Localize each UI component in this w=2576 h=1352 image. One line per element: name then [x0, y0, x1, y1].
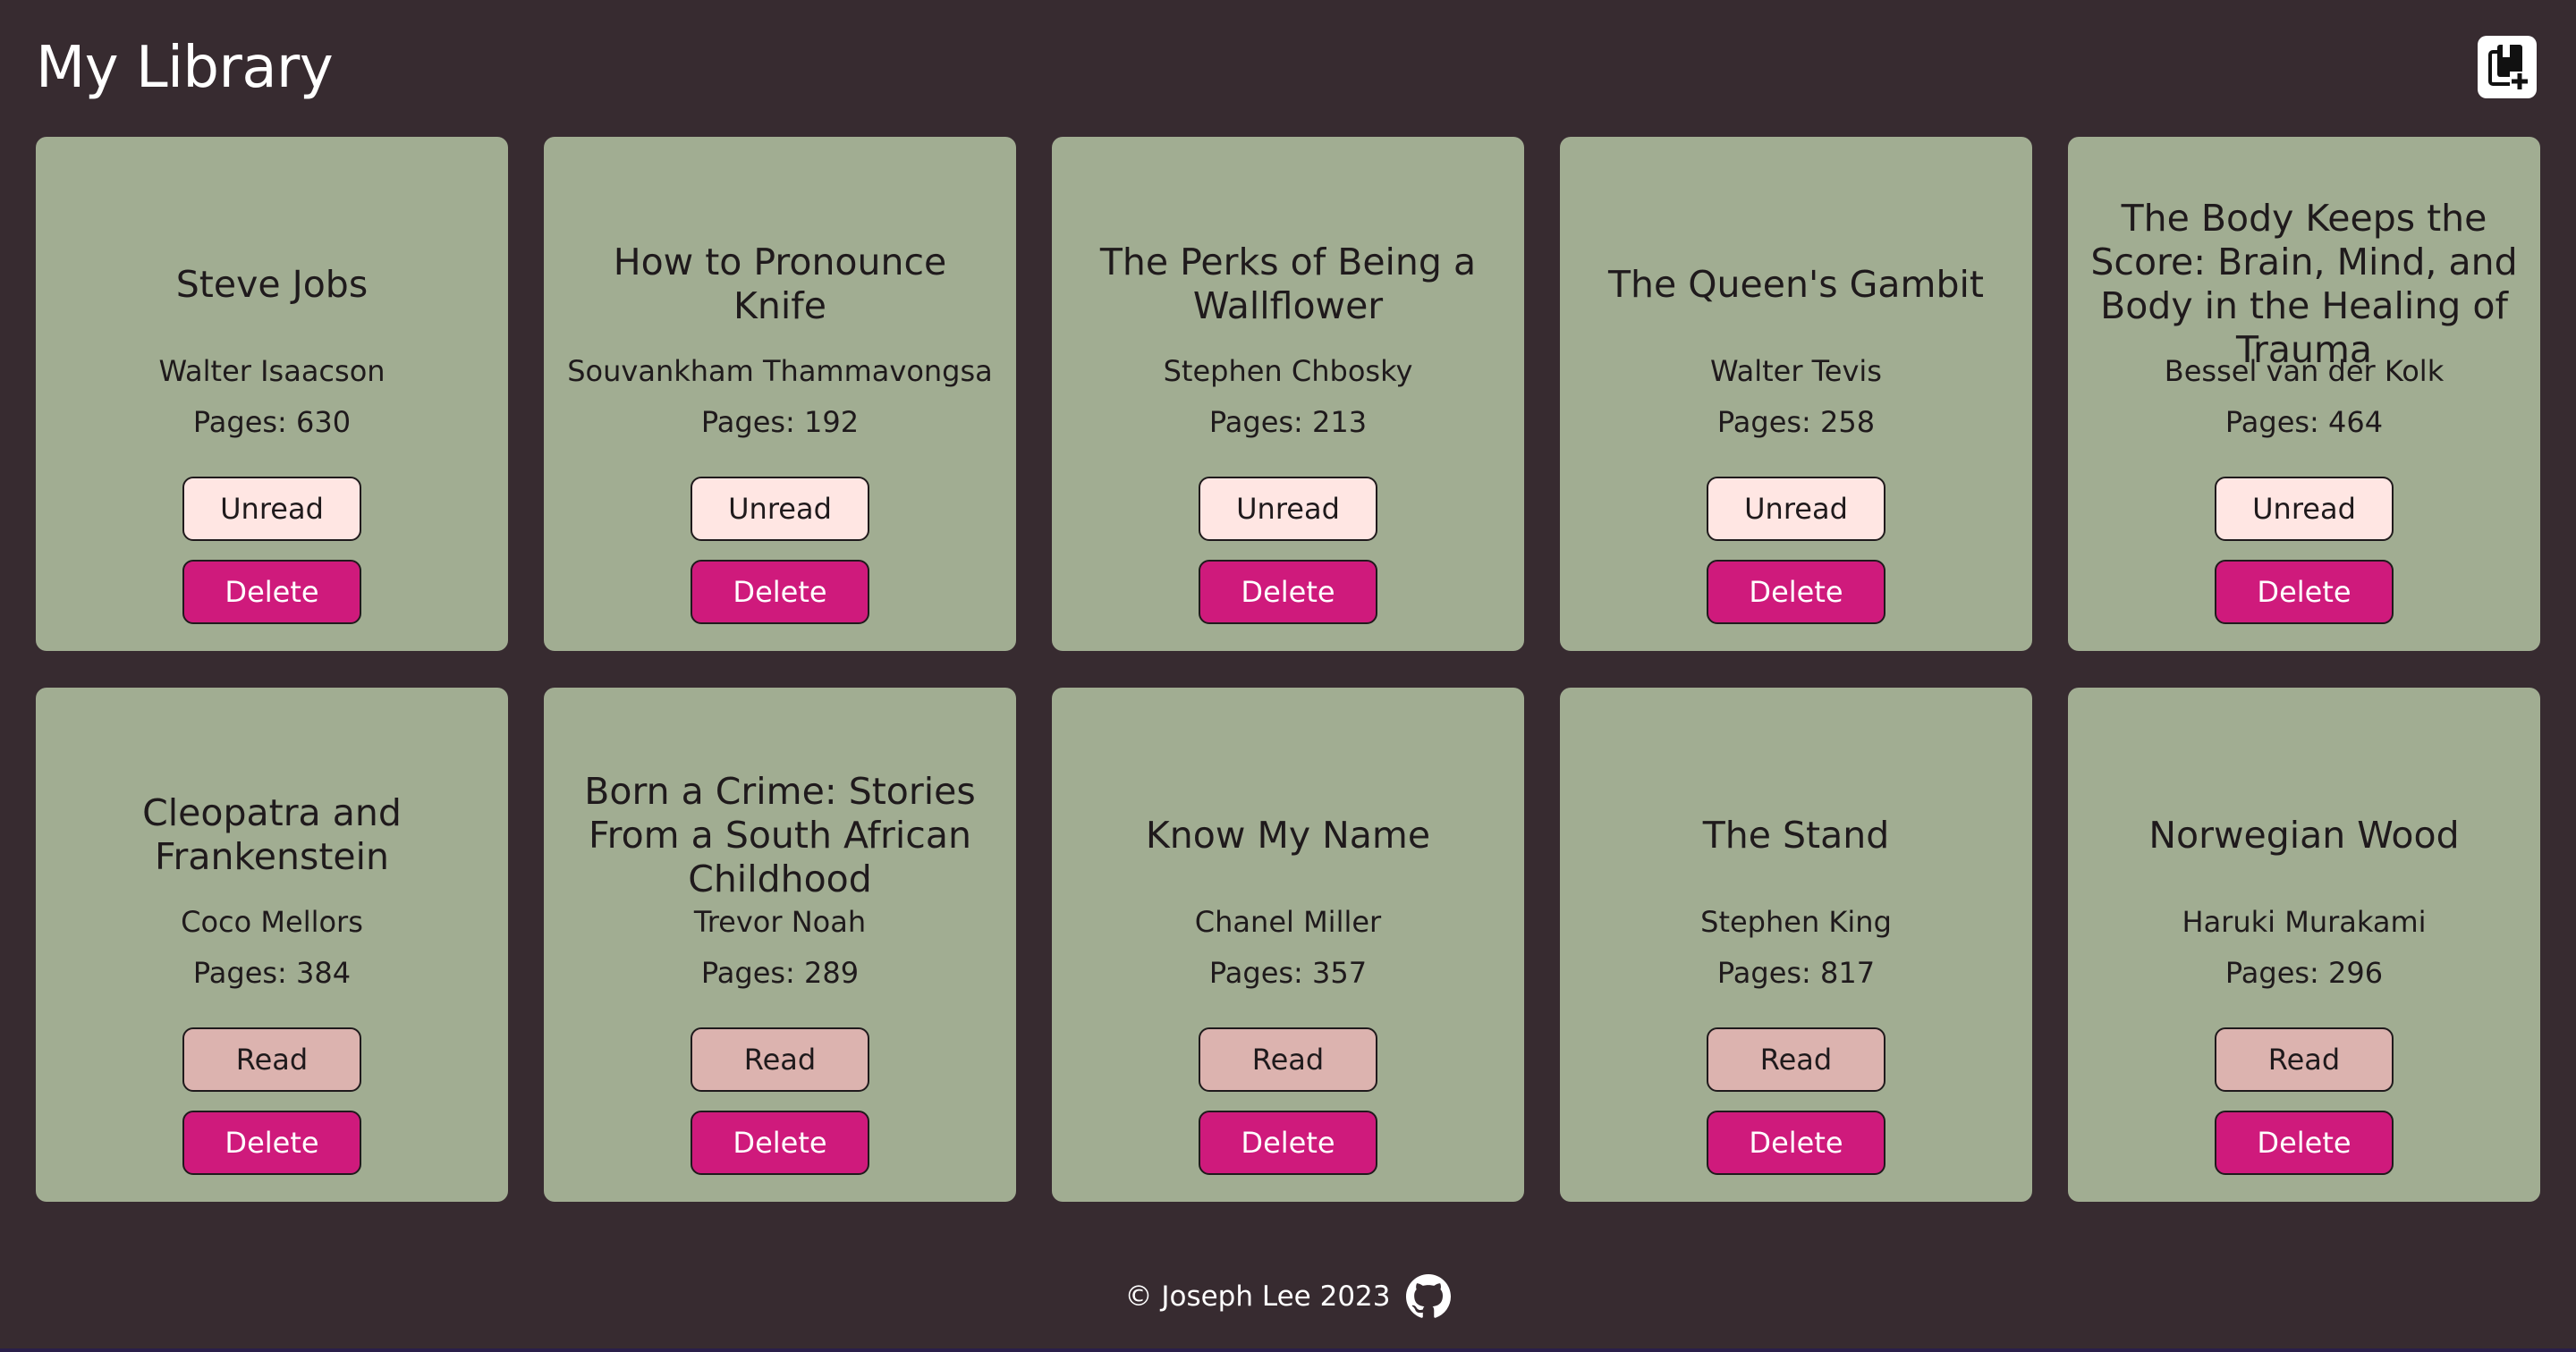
read-status-toggle[interactable]: Read: [691, 1027, 869, 1092]
book-card: Norwegian Wood Haruki Murakami Pages: 296 R…: [2068, 688, 2540, 1202]
add-book-button[interactable]: [2478, 36, 2537, 98]
pages-count: 296: [2328, 956, 2384, 990]
book-card: Know My Name Chanel Miller Pages: 357 Read D…: [1052, 688, 1524, 1202]
book-pages: Pages: 357: [1061, 955, 1515, 991]
book-pages: Pages: 289: [553, 955, 1007, 991]
pages-count: 384: [296, 956, 352, 990]
read-status-toggle[interactable]: Read: [182, 1027, 361, 1092]
book-card: The Stand Stephen King Pages: 817 Read Delet…: [1560, 688, 2032, 1202]
add-book-icon: [2488, 45, 2529, 91]
book-author: Coco Mellors: [181, 905, 363, 939]
book-author: Chanel Miller: [1194, 905, 1382, 939]
pages-count: 258: [1820, 405, 1876, 439]
pages-count: 817: [1820, 956, 1876, 990]
book-author: Bessel van der Kolk: [2164, 354, 2445, 388]
book-grid: Steve Jobs Walter Isaacson Pages: 630 Unrea…: [36, 137, 2540, 1202]
pages-label: Pages:: [700, 405, 804, 439]
pages-label: Pages:: [1716, 405, 1820, 439]
read-status-toggle[interactable]: Unread: [1199, 477, 1377, 541]
pages-label: Pages:: [700, 956, 804, 990]
book-author: Trevor Noah: [693, 905, 867, 939]
read-status-toggle[interactable]: Unread: [182, 477, 361, 541]
read-status-toggle[interactable]: Unread: [2215, 477, 2394, 541]
pages-label: Pages:: [192, 405, 296, 439]
delete-button[interactable]: Delete: [691, 560, 869, 624]
github-icon: [1406, 1274, 1452, 1318]
app-header: My Library: [36, 29, 2540, 109]
book-card: The Body Keeps the Score: Brain, Mind, a…: [2068, 137, 2540, 651]
book-author: Souvankham Thammavongsa: [567, 354, 993, 388]
pages-count: 357: [1312, 956, 1368, 990]
delete-button[interactable]: Delete: [1707, 560, 1885, 624]
book-pages: Pages: 464: [2077, 404, 2531, 440]
book-author: Walter Isaacson: [158, 354, 386, 388]
read-status-toggle[interactable]: Read: [2215, 1027, 2394, 1092]
book-pages: Pages: 213: [1061, 404, 1515, 440]
delete-button[interactable]: Delete: [182, 1111, 361, 1175]
delete-button[interactable]: Delete: [1199, 1111, 1377, 1175]
footer: © Joseph Lee 2023: [0, 1270, 2576, 1323]
read-status-toggle[interactable]: Read: [1199, 1027, 1377, 1092]
pages-count: 213: [1312, 405, 1368, 439]
book-card: How to Pronounce Knife Souvankham Thammav…: [544, 137, 1016, 651]
delete-button[interactable]: Delete: [1707, 1111, 1885, 1175]
book-pages: Pages: 258: [1569, 404, 2023, 440]
book-pages: Pages: 630: [45, 404, 499, 440]
read-status-toggle[interactable]: Read: [1707, 1027, 1885, 1092]
book-card: The Queen's Gambit Walter Tevis Pages: 258…: [1560, 137, 2032, 651]
pages-label: Pages:: [2224, 956, 2328, 990]
book-card: The Perks of Being a Wallflower Stephen C…: [1052, 137, 1524, 651]
delete-button[interactable]: Delete: [182, 560, 361, 624]
copyright-text: © Joseph Lee 2023: [1124, 1280, 1391, 1313]
book-author: Stephen Chbosky: [1163, 354, 1413, 388]
delete-button[interactable]: Delete: [2215, 1111, 2394, 1175]
book-pages: Pages: 817: [1569, 955, 2023, 991]
book-card: Steve Jobs Walter Isaacson Pages: 630 Unrea…: [36, 137, 508, 651]
pages-label: Pages:: [1716, 956, 1820, 990]
pages-count: 464: [2328, 405, 2384, 439]
pages-label: Pages:: [1208, 956, 1312, 990]
book-card: Cleopatra and Frankenstein Coco Mellors Pa…: [36, 688, 508, 1202]
pages-label: Pages:: [2224, 405, 2328, 439]
book-pages: Pages: 384: [45, 955, 499, 991]
delete-button[interactable]: Delete: [691, 1111, 869, 1175]
book-card: Born a Crime: Stories From a South Afric…: [544, 688, 1016, 1202]
pages-label: Pages:: [192, 956, 296, 990]
page-title: My Library: [36, 35, 334, 101]
delete-button[interactable]: Delete: [1199, 560, 1377, 624]
pages-count: 289: [804, 956, 860, 990]
book-pages: Pages: 296: [2077, 955, 2531, 991]
pages-label: Pages:: [1208, 405, 1312, 439]
book-author: Walter Tevis: [1710, 354, 1882, 388]
pages-count: 630: [296, 405, 352, 439]
delete-button[interactable]: Delete: [2215, 560, 2394, 624]
read-status-toggle[interactable]: Unread: [1707, 477, 1885, 541]
book-author: Haruki Murakami: [2182, 905, 2427, 939]
read-status-toggle[interactable]: Unread: [691, 477, 869, 541]
github-link[interactable]: [1406, 1274, 1452, 1319]
book-pages: Pages: 192: [553, 404, 1007, 440]
book-author: Stephen King: [1700, 905, 1892, 939]
pages-count: 192: [804, 405, 860, 439]
